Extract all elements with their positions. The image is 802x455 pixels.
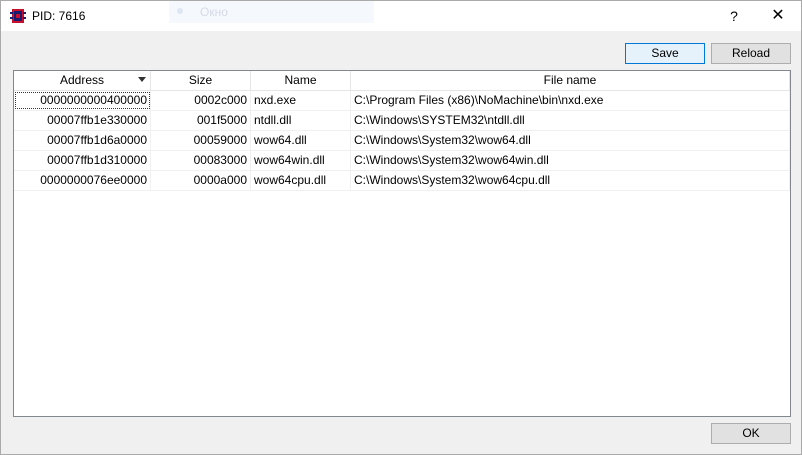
column-header-size[interactable]: Size: [151, 71, 251, 90]
help-button[interactable]: ?: [711, 1, 757, 31]
cell-file-name: C:\Program Files (x86)\NoMachine\bin\nxd…: [351, 91, 790, 110]
table-row[interactable]: 0000000000400000 0002c000 nxd.exe C:\Pro…: [14, 91, 790, 111]
cell-address: 00007ffb1d310000: [14, 151, 151, 170]
cell-size: 00059000: [151, 131, 251, 150]
cell-name: wow64.dll: [251, 131, 351, 150]
cell-address: 0000000000400000: [14, 91, 151, 110]
sort-descending-icon: [138, 77, 146, 82]
cell-address: 0000000076ee0000: [14, 171, 151, 190]
cell-file-name: C:\Windows\System32\wow64cpu.dll: [351, 171, 790, 190]
modules-table[interactable]: Address Size Name File name 000000000040…: [13, 70, 791, 417]
cell-size: 001f5000: [151, 111, 251, 130]
close-icon: ✕: [771, 7, 785, 24]
cell-name: wow64cpu.dll: [251, 171, 351, 190]
close-button[interactable]: ✕: [755, 1, 801, 31]
column-header-file-name[interactable]: File name: [351, 71, 790, 90]
cell-name: ntdll.dll: [251, 111, 351, 130]
cell-name: wow64win.dll: [251, 151, 351, 170]
column-header-name[interactable]: Name: [251, 71, 351, 90]
help-icon: ?: [730, 8, 738, 24]
cell-size: 0002c000: [151, 91, 251, 110]
cell-file-name: C:\Windows\System32\wow64.dll: [351, 131, 790, 150]
table-row[interactable]: 0000000076ee0000 0000a000 wow64cpu.dll C…: [14, 171, 790, 191]
cell-size: 00083000: [151, 151, 251, 170]
background-window-tab: Окно: [169, 1, 374, 23]
save-button[interactable]: Save: [625, 43, 705, 64]
cell-address: 00007ffb1d6a0000: [14, 131, 151, 150]
pid-dialog: Окно PID: 7616 ? ✕ Save Reload Address S…: [0, 0, 802, 455]
table-row[interactable]: 00007ffb1d310000 00083000 wow64win.dll C…: [14, 151, 790, 171]
background-window-title: Окно: [200, 5, 228, 19]
table-header: Address Size Name File name: [14, 71, 790, 91]
cell-size: 0000a000: [151, 171, 251, 190]
window-title: PID: 7616: [32, 9, 86, 23]
cell-file-name: C:\Windows\System32\wow64win.dll: [351, 151, 790, 170]
reload-button[interactable]: Reload: [711, 43, 791, 64]
cell-file-name: C:\Windows\SYSTEM32\ntdll.dll: [351, 111, 790, 130]
cell-name: nxd.exe: [251, 91, 351, 110]
background-window-icon: [177, 8, 183, 14]
title-bar[interactable]: Окно PID: 7616 ? ✕: [1, 1, 801, 31]
process-icon: [10, 9, 26, 23]
cell-address: 00007ffb1e330000: [14, 111, 151, 130]
table-row[interactable]: 00007ffb1d6a0000 00059000 wow64.dll C:\W…: [14, 131, 790, 151]
column-header-address[interactable]: Address: [14, 71, 151, 90]
ok-button[interactable]: OK: [711, 423, 791, 444]
table-row[interactable]: 00007ffb1e330000 001f5000 ntdll.dll C:\W…: [14, 111, 790, 131]
